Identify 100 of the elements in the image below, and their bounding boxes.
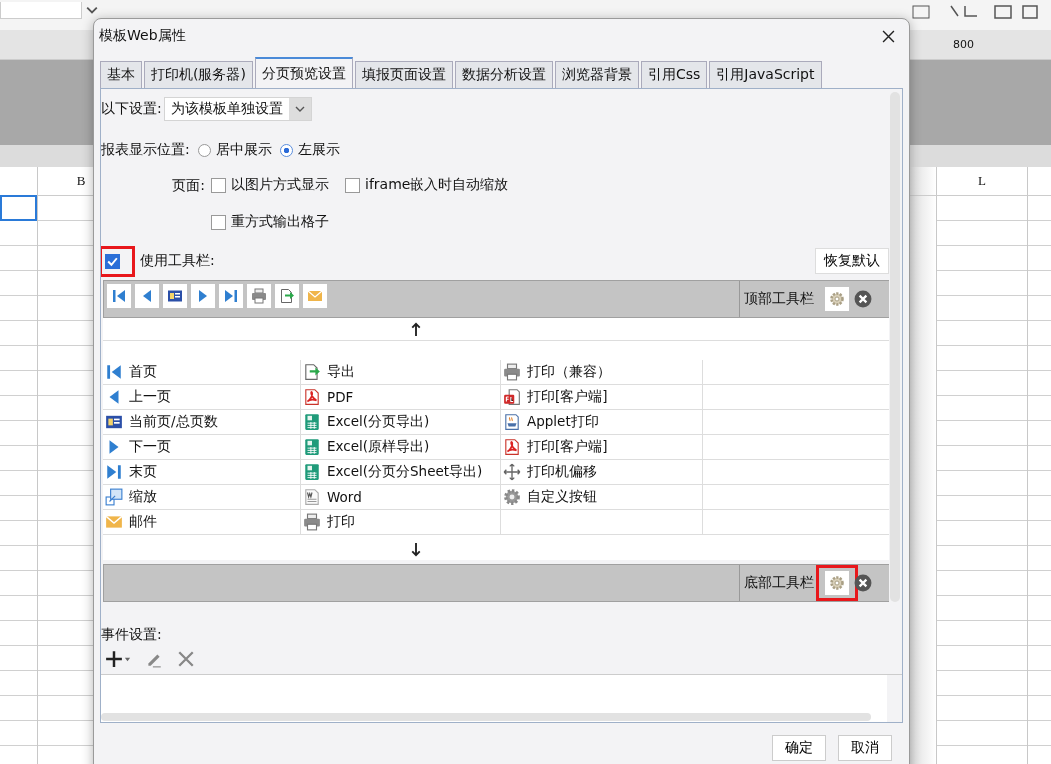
- tab[interactable]: 浏览器背景: [554, 61, 639, 88]
- tab[interactable]: 引用JavaScript: [709, 61, 822, 88]
- toolbar-button[interactable]: [275, 284, 299, 308]
- skip-back-icon: [111, 288, 127, 304]
- toolbar-option[interactable]: 打印[客户端]: [501, 385, 703, 410]
- spreadsheet-icon: [303, 463, 321, 481]
- radio-button[interactable]: [197, 143, 211, 157]
- gear-icon: [503, 488, 521, 506]
- checkbox-label: 以图片方式显示: [231, 176, 329, 194]
- pdf-icon: [303, 388, 321, 406]
- toolbar-option[interactable]: 打印（兼容）: [501, 360, 703, 385]
- tab[interactable]: 数据分析设置: [454, 61, 553, 88]
- toolbar-option[interactable]: 下一页: [103, 435, 301, 460]
- field-label: 页面:: [171, 176, 206, 195]
- field-label: 报表显示位置:: [101, 141, 190, 159]
- checkbox-label: 使用工具栏:: [140, 252, 215, 270]
- radio-label: 居中展示: [215, 141, 272, 159]
- text-document-icon: [303, 488, 321, 506]
- tab[interactable]: 打印机(服务器): [144, 61, 253, 88]
- toolbar-option[interactable]: 末页: [103, 460, 301, 485]
- close-circle-icon: [854, 574, 872, 592]
- close-circle-icon: [854, 290, 872, 308]
- settings-button[interactable]: [825, 287, 849, 311]
- toolbar-option[interactable]: Excel(分页分Sheet导出): [301, 460, 501, 485]
- section-label: 事件设置:: [101, 626, 163, 644]
- settings-button[interactable]: [825, 571, 849, 595]
- toolbar-button[interactable]: [219, 284, 243, 308]
- spreadsheet-icon: [303, 438, 321, 456]
- toolbar-option[interactable]: Excel(原样导出): [301, 435, 501, 460]
- toolbar-option[interactable]: 自定义按钮: [501, 485, 703, 510]
- toolbar-button[interactable]: [191, 284, 215, 308]
- scrollbar[interactable]: [890, 92, 900, 602]
- tab[interactable]: 引用Css: [640, 61, 708, 88]
- toolbar-button[interactable]: [163, 284, 187, 308]
- tab[interactable]: 分页预览设置: [254, 57, 353, 88]
- flower-icon: [829, 291, 845, 307]
- envelope-icon: [307, 288, 323, 304]
- toolbar-option[interactable]: 上一页: [103, 385, 301, 410]
- close-icon: [882, 29, 895, 43]
- arrow-down-icon: [409, 542, 422, 557]
- restore-default-button[interactable]: 恢复默认: [815, 248, 889, 274]
- arrow-up-icon: [409, 321, 422, 337]
- toolbar-option[interactable]: 缩放: [103, 485, 301, 510]
- cup-document-icon: [503, 413, 521, 431]
- move-icon: [503, 463, 521, 481]
- checkbox[interactable]: [105, 253, 120, 269]
- toolbar-label: 底部工具栏: [744, 574, 814, 592]
- font-field[interactable]: [0, 2, 82, 19]
- checkbox[interactable]: [211, 214, 226, 230]
- toolbar-button[interactable]: [135, 284, 159, 308]
- radio-label: 左展示: [297, 141, 340, 159]
- printer-icon: [503, 363, 521, 381]
- toolbar-option[interactable]: PDF: [301, 385, 501, 410]
- dialog-button[interactable]: 确定: [772, 735, 826, 761]
- caret-icon[interactable]: [86, 4, 98, 16]
- toolbar-option[interactable]: 打印[客户端]: [501, 435, 703, 460]
- toolbar-option[interactable]: Word: [301, 485, 501, 510]
- spreadsheet-icon: [303, 413, 321, 431]
- field-label: 以下设置:: [101, 100, 162, 118]
- caret-icon: [124, 655, 131, 663]
- selected-cell[interactable]: [0, 195, 37, 221]
- printer-icon: [303, 513, 321, 531]
- toolbar-option[interactable]: 导出: [301, 360, 501, 385]
- dialog-button[interactable]: 取消: [838, 735, 892, 761]
- document-arrow-icon: [279, 288, 295, 304]
- toolbar-option[interactable]: 打印机偏移: [501, 460, 703, 485]
- checkbox-label: iframe嵌入时自动缩放: [365, 176, 509, 194]
- skip-back-icon: [105, 363, 123, 381]
- tab[interactable]: 填报页面设置: [354, 61, 453, 88]
- column-header: B: [76, 173, 86, 189]
- skip-forward-icon: [105, 463, 123, 481]
- checkbox[interactable]: [345, 177, 360, 193]
- toolbar-label: 顶部工具栏: [744, 290, 814, 308]
- remove-button[interactable]: [854, 574, 872, 592]
- checkbox[interactable]: [211, 177, 226, 193]
- flower-icon: [829, 575, 845, 591]
- ruler-label: 800: [953, 38, 974, 51]
- scope-dropdown[interactable]: 为该模板单独设置: [163, 97, 312, 121]
- scrollbar[interactable]: [101, 713, 871, 721]
- document-arrow-icon: [303, 363, 321, 381]
- toolbar-option[interactable]: 首页: [103, 360, 301, 385]
- tab[interactable]: 基本: [100, 61, 142, 88]
- radio-button[interactable]: [279, 143, 293, 157]
- toolbar-button[interactable]: [247, 284, 271, 308]
- printer-icon: [251, 288, 267, 304]
- pdf-icon: [503, 438, 521, 456]
- toolbar-option[interactable]: Applet打印: [501, 410, 703, 435]
- cross-icon: [177, 650, 195, 668]
- window-title: 模板Web属性: [99, 27, 186, 45]
- page-card-icon: [167, 288, 183, 304]
- remove-button[interactable]: [854, 290, 872, 308]
- checkbox-label: 重方式输出格子: [231, 213, 329, 231]
- toolbar-option[interactable]: 当前页/总页数: [103, 410, 301, 435]
- column-header: L: [978, 173, 986, 189]
- toolbar-icons-drawing[interactable]: [911, 2, 1041, 20]
- toolbar-option[interactable]: Excel(分页导出): [301, 410, 501, 435]
- caret-icon: [294, 104, 305, 114]
- plus-icon: [105, 650, 123, 668]
- toolbar-button[interactable]: [107, 284, 131, 308]
- skip-forward-icon: [223, 288, 239, 304]
